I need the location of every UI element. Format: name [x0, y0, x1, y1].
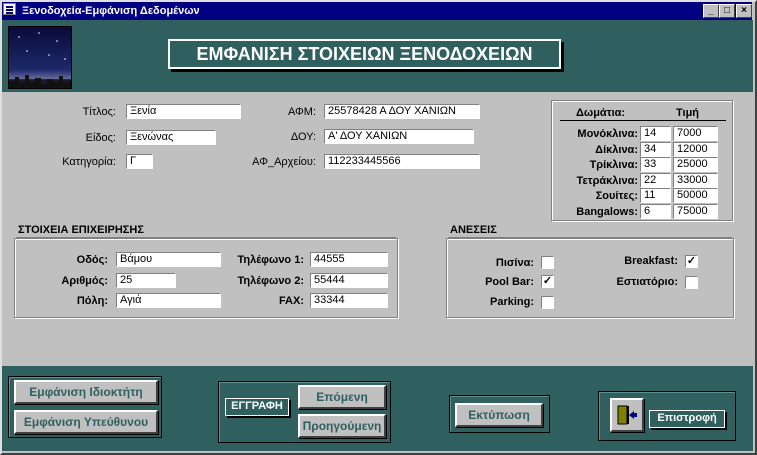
room-row-label: Bangalows:	[576, 206, 638, 218]
room-count-field[interactable]: 14	[640, 126, 671, 141]
previous-record-button[interactable]: Προηγούμενη	[298, 414, 386, 438]
arithmos-label: Αριθμός:	[61, 275, 108, 287]
form-icon[interactable]	[3, 3, 16, 15]
breakfast-label: Breakfast:	[624, 255, 678, 267]
rooms-header-divider	[560, 120, 726, 121]
estiatorio-checkbox[interactable]	[685, 276, 698, 289]
room-count-field[interactable]: 34	[640, 142, 671, 157]
room-price-field[interactable]: 75000	[673, 204, 718, 219]
poli-field[interactable]: Αγιά	[116, 293, 221, 308]
tel2-field[interactable]: 55444	[310, 273, 388, 288]
doy-field[interactable]: Α' ΔΟΥ ΧΑΝΙΩΝ	[324, 129, 474, 144]
room-count-field[interactable]: 11	[640, 188, 671, 203]
af-arxeiou-label: ΑΦ_Αρχείου:	[252, 156, 316, 168]
title-bar[interactable]: Ξενοδοχεία-Εμφάνιση Δεδομένων	[2, 2, 752, 20]
tel1-label: Τηλέφωνο 1:	[237, 254, 304, 266]
show-owner-button[interactable]: Εμφάνιση Ιδιοκτήτη	[14, 380, 158, 404]
room-price-field[interactable]: 25000	[673, 157, 718, 172]
room-price-field[interactable]: 7000	[673, 126, 718, 141]
parking-label: Parking:	[489, 296, 534, 308]
window-title: Ξενοδοχεία-Εμφάνιση Δεδομένων	[22, 5, 200, 17]
parking-checkbox[interactable]	[541, 296, 554, 309]
af-arxeiou-field[interactable]: 112233445566	[324, 154, 480, 169]
room-row-label: Δίκλινα:	[595, 144, 638, 156]
amenities-section-title: ΑΝΕΣΕΙΣ	[450, 224, 497, 236]
kategoria-label: Κατηγορία:	[62, 156, 116, 168]
titlos-label: Τίτλος:	[82, 106, 116, 118]
next-record-button[interactable]: Επόμενη	[298, 385, 386, 409]
room-count-field[interactable]: 22	[640, 173, 671, 188]
maximize-button[interactable]: □	[719, 4, 735, 18]
room-row-label: Μονόκλινα:	[577, 128, 638, 140]
room-row-label: Τρίκλινα:	[589, 159, 638, 171]
room-count-field[interactable]: 6	[640, 204, 671, 219]
exit-door-button[interactable]	[610, 398, 644, 432]
room-row-label: Σουίτες:	[595, 190, 638, 202]
eidos-field[interactable]: Ξενώνας	[126, 130, 216, 145]
exit-door-icon	[617, 405, 637, 425]
poli-label: Πόλη:	[76, 295, 108, 307]
poolbar-checkbox[interactable]: ✓	[541, 275, 554, 288]
room-row-label: Τετράκλινα:	[576, 175, 638, 187]
form-header: ΕΜΦΑΝΙΣΗ ΣΤΟΙΧΕΙΩΝ ΞΕΝΟΔΟΧΕΙΩΝ	[2, 20, 753, 92]
poolbar-label: Pool Bar:	[485, 276, 534, 288]
odos-label: Οδός:	[76, 254, 108, 266]
pisina-label: Πισίνα:	[495, 257, 534, 269]
tel2-label: Τηλέφωνο 2:	[237, 275, 304, 287]
show-manager-button[interactable]: Εμφάνιση Υπεύθυνου	[14, 410, 158, 434]
room-count-field[interactable]: 33	[640, 157, 671, 172]
eidos-label: Είδος:	[85, 132, 116, 144]
breakfast-checkbox[interactable]: ✓	[685, 255, 698, 268]
record-label: ΕΓΓΡΑΦΗ	[225, 398, 289, 416]
titlos-field[interactable]: Ξενία	[126, 104, 241, 119]
city-night-image	[8, 26, 72, 89]
afm-field[interactable]: 25578428 Α ΔΟΥ ΧΑΝΙΩΝ	[324, 104, 480, 119]
rooms-header-type: Δωμάτια:	[576, 107, 626, 119]
room-price-field[interactable]: 50000	[673, 188, 718, 203]
fax-label: FAX:	[278, 295, 304, 307]
pisina-checkbox[interactable]	[541, 256, 554, 269]
tel1-field[interactable]: 44555	[310, 252, 388, 267]
estiatorio-label: Εστιατόριο:	[616, 276, 678, 288]
page-title: ΕΜΦΑΝΙΣΗ ΣΤΟΙΧΕΙΩΝ ΞΕΝΟΔΟΧΕΙΩΝ	[168, 39, 561, 69]
return-label: Επιστροφή	[649, 410, 725, 428]
room-price-field[interactable]: 12000	[673, 142, 718, 157]
arithmos-field[interactable]: 25	[116, 273, 176, 288]
close-button[interactable]: ×	[736, 4, 752, 18]
kategoria-field[interactable]: Γ	[126, 154, 153, 169]
room-price-field[interactable]: 33000	[673, 173, 718, 188]
print-button[interactable]: Εκτύπωση	[455, 403, 543, 427]
rooms-header-price: Τιμή	[676, 107, 700, 119]
afm-label: ΑΦΜ:	[287, 106, 316, 118]
doy-label: ΔΟΥ:	[290, 131, 316, 143]
fax-field[interactable]: 33344	[310, 293, 388, 308]
odos-field[interactable]: Βάμου	[116, 252, 221, 267]
minimize-button[interactable]: _	[703, 4, 719, 18]
business-section-title: ΣΤΟΙΧΕΙΑ ΕΠΙΧΕΙΡΗΣΗΣ	[18, 224, 144, 236]
